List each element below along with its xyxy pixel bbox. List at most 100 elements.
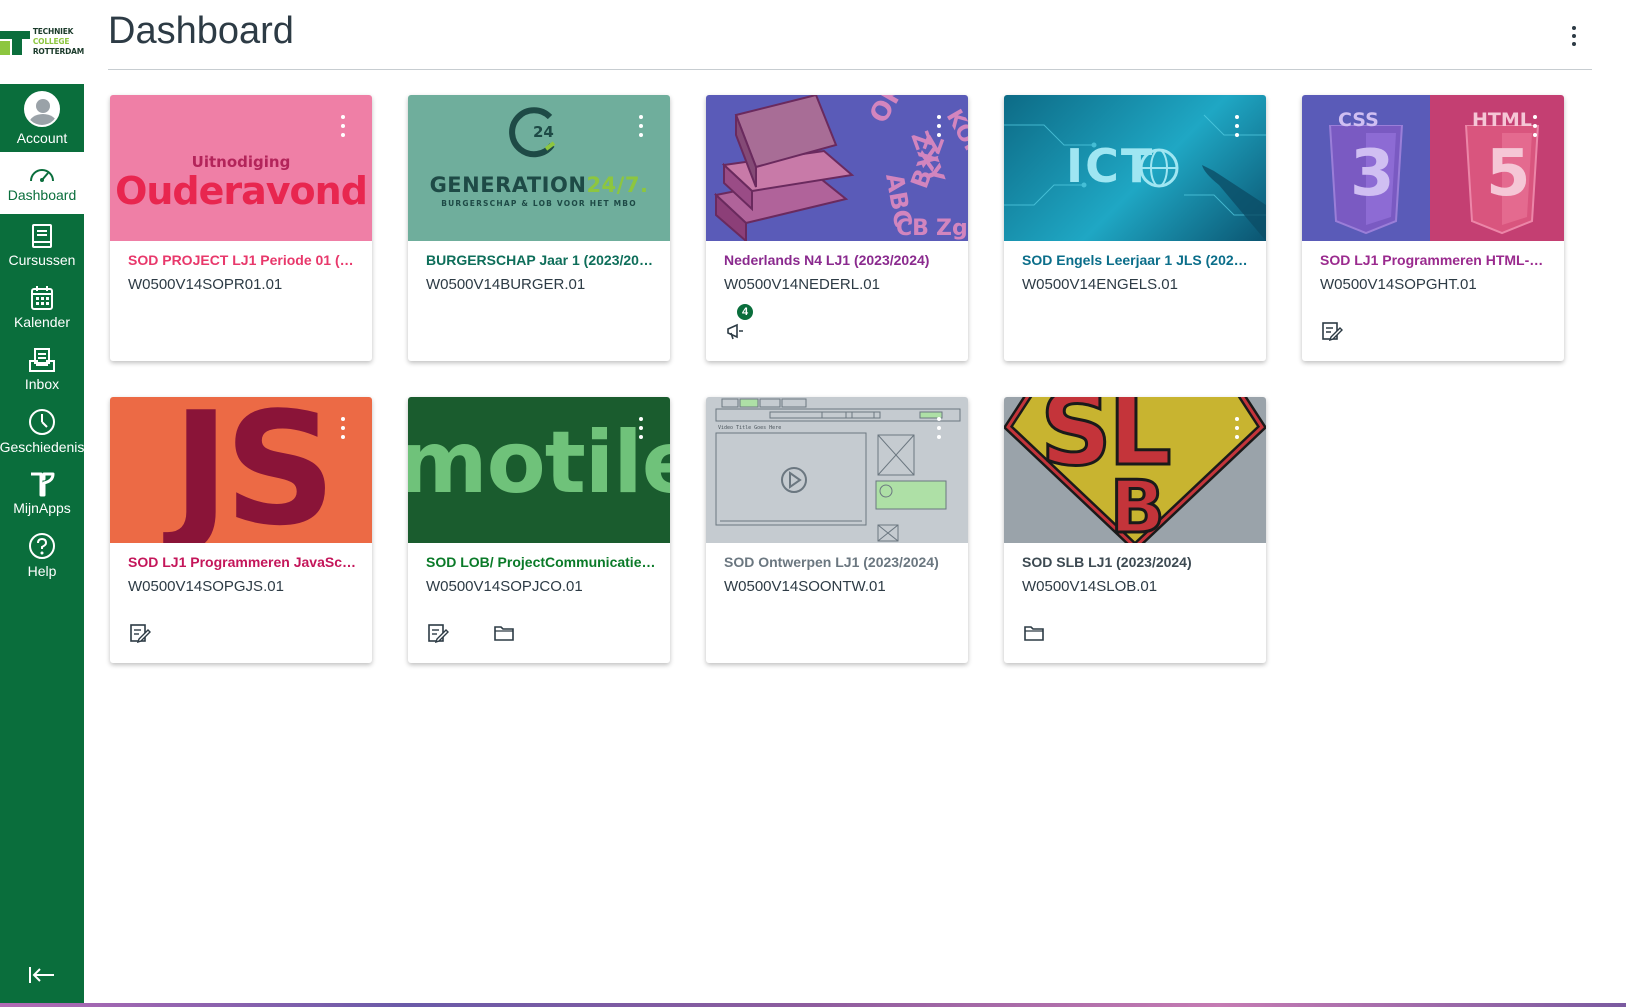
course-code: W0500V14SOPJCO.01: [426, 578, 583, 595]
course-card: CSS 3 HTML 5 SOD LJ1 Programmeren HTML-C…: [1302, 95, 1564, 361]
generation-badge: 24: [533, 123, 554, 141]
svg-text:OK: OK: [864, 95, 912, 129]
hero-text-bottom: B: [1109, 464, 1167, 544]
course-code: W0500V14ENGELS.01: [1022, 276, 1178, 293]
svg-text:CB: CB: [896, 216, 929, 241]
course-title-link[interactable]: SOD PROJECT LJ1 Periode 01 (2023/2024): [128, 252, 360, 268]
kebab-dot: [639, 417, 643, 421]
kebab-dot: [1572, 34, 1576, 38]
wireframe-illustration: [715, 398, 961, 542]
nav-label-geschiedenis: Geschiedenis: [0, 438, 85, 455]
inbox-icon: [29, 347, 55, 372]
assignment-edit-button[interactable]: [424, 623, 452, 647]
announcement-megaphone-button[interactable]: 4: [722, 303, 754, 345]
course-card: 24 GENERATION24/7. BURGERSCHAP & LOB VOO…: [408, 95, 670, 361]
card-options-button[interactable]: [932, 415, 946, 441]
kebab-dot: [1533, 133, 1537, 137]
logo-line-3: ROTTERDAM: [32, 47, 84, 56]
course-title-link[interactable]: SOD Ontwerpen LJ1 (2023/2024): [724, 554, 956, 570]
kebab-dot: [937, 435, 941, 439]
kebab-dot: [341, 435, 345, 439]
assignment-edit-button[interactable]: [1318, 321, 1346, 345]
nav-item-kalender[interactable]: Kalender: [0, 276, 84, 338]
course-card-hero[interactable]: SL B: [1004, 397, 1266, 543]
nav-item-help[interactable]: Help: [0, 524, 84, 586]
course-title-link[interactable]: BURGERSCHAP Jaar 1 (2023/2024): [426, 252, 658, 268]
kebab-dot: [639, 115, 643, 119]
card-options-button[interactable]: [1528, 113, 1542, 139]
hero-text: ICT: [1066, 139, 1155, 193]
course-card-hero[interactable]: 24 GENERATION24/7. BURGERSCHAP & LOB VOO…: [408, 95, 670, 241]
card-options-button[interactable]: [634, 113, 648, 139]
course-title-link[interactable]: SOD LOB/ ProjectCommunicatie LJ1 (2023/2…: [426, 554, 658, 570]
folder-button[interactable]: [1020, 623, 1048, 647]
course-card: SL B SOD SLB LJ1 (2023/2024) W0500V14SLO…: [1004, 397, 1266, 663]
kebab-dot: [341, 426, 345, 430]
hero-text: motile: [408, 413, 670, 513]
kebab-dot: [1572, 26, 1576, 30]
course-card-hero[interactable]: Uitnodiging Ouderavond: [110, 95, 372, 241]
course-title-link[interactable]: Nederlands N4 LJ1 (2023/2024): [724, 252, 956, 268]
bottom-strip: [0, 1003, 1626, 1007]
course-card-actions: [424, 623, 556, 647]
course-card-hero[interactable]: CSS 3 HTML 5: [1302, 95, 1564, 241]
course-card-hero[interactable]: ICT: [1004, 95, 1266, 241]
logo-mark-icon: [0, 27, 30, 57]
course-title-link[interactable]: SOD LJ1 Programmeren HTML-CSS (2023/2024…: [1320, 252, 1552, 268]
nav-item-geschiedenis[interactable]: Geschiedenis: [0, 400, 84, 462]
header-divider: [108, 69, 1592, 70]
kebab-dot: [639, 133, 643, 137]
kebab-dot: [1572, 42, 1576, 46]
course-card-hero[interactable]: motile: [408, 397, 670, 543]
nav-item-mijnapps[interactable]: MijnApps: [0, 462, 84, 524]
card-options-button[interactable]: [336, 415, 350, 441]
course-card-hero[interactable]: OK ZXY ABC BXZ KOR CB Zg: [706, 95, 968, 241]
card-options-button[interactable]: [1230, 415, 1244, 441]
dashboard-options-button[interactable]: [1564, 22, 1584, 50]
kebab-dot: [937, 417, 941, 421]
card-options-button[interactable]: [634, 415, 648, 441]
nav-item-account[interactable]: Account: [0, 84, 84, 152]
course-card: motile SOD LOB/ ProjectCommunicatie LJ1 …: [408, 397, 670, 663]
course-title-link[interactable]: SOD LJ1 Programmeren JavaScript (2023/20…: [128, 554, 360, 570]
kebab-dot: [1533, 115, 1537, 119]
logo-text: TECHNIEK COLLEGE ROTTERDAM: [33, 27, 84, 57]
unread-count-badge: 4: [736, 303, 754, 321]
nav-item-cursussen[interactable]: Cursussen: [0, 214, 84, 276]
folder-icon: [493, 624, 515, 647]
css-number: 3: [1350, 137, 1395, 211]
collapse-navigation-button[interactable]: [0, 965, 84, 985]
assignment-edit-button[interactable]: [126, 623, 154, 647]
course-code: W0500V14SOONTW.01: [724, 578, 886, 595]
school-logo[interactable]: TECHNIEK COLLEGE ROTTERDAM: [0, 0, 84, 84]
kebab-dot: [937, 124, 941, 128]
nav-label-inbox: Inbox: [24, 375, 60, 392]
nav-item-dashboard[interactable]: Dashboard: [0, 152, 84, 214]
folder-button[interactable]: [490, 623, 518, 647]
course-code: W0500V14SOPR01.01: [128, 276, 283, 293]
hero-brand-accent: 24/7.: [586, 173, 649, 197]
course-card: Video Title Goes Here SOD Ontwerpen LJ1 …: [706, 397, 968, 663]
course-title-link[interactable]: SOD SLB LJ1 (2023/2024): [1022, 554, 1254, 570]
hero-brand: GENERATION24/7.: [408, 173, 670, 197]
course-card-actions: [126, 623, 192, 647]
course-card-hero[interactable]: JS: [110, 397, 372, 543]
course-code: W0500V14SOPGHT.01: [1320, 276, 1477, 293]
course-card-actions: [1020, 623, 1086, 647]
collapse-arrow-icon: [29, 967, 54, 983]
nav-item-inbox[interactable]: Inbox: [0, 338, 84, 400]
books-illustration: OK ZXY ABC BXZ KOR CB Zg: [713, 95, 968, 241]
nav-label-mijnapps: MijnApps: [13, 499, 71, 516]
card-options-button[interactable]: [336, 113, 350, 139]
card-options-button[interactable]: [932, 113, 946, 139]
assignment-edit-icon: [427, 623, 449, 648]
folder-icon: [1023, 624, 1045, 647]
card-options-button[interactable]: [1230, 113, 1244, 139]
global-navigation: TECHNIEK COLLEGE ROTTERDAM Account Dashb…: [0, 0, 84, 1007]
course-title-link[interactable]: SOD Engels Leerjaar 1 JLS (2023/2024): [1022, 252, 1254, 268]
course-code: W0500V14NEDERL.01: [724, 276, 880, 293]
course-card-hero[interactable]: Video Title Goes Here: [706, 397, 968, 543]
kebab-dot: [341, 115, 345, 119]
course-card-actions: 4: [722, 303, 788, 345]
course-code: W0500V14SLOB.01: [1022, 578, 1158, 595]
